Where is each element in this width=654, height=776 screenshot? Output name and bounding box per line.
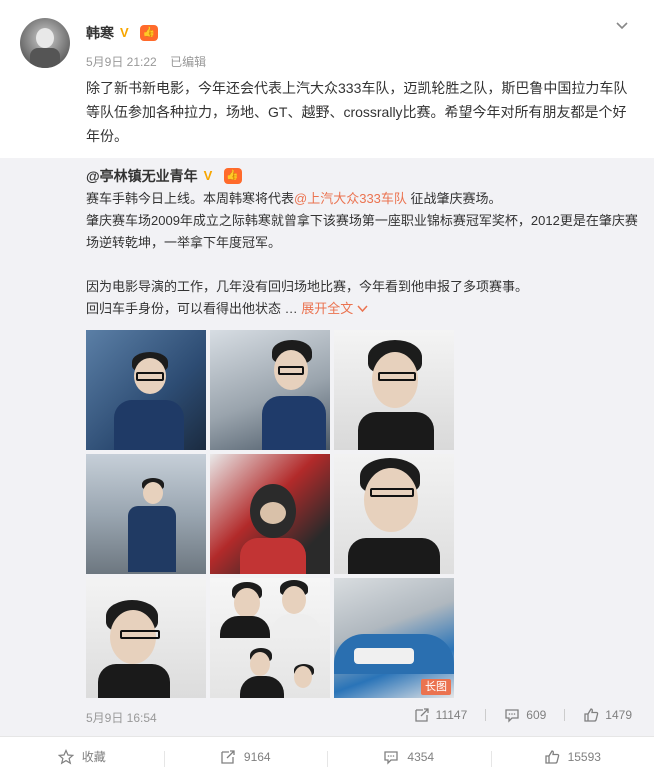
comment-icon <box>383 749 399 765</box>
like-count: 15593 <box>568 750 601 764</box>
comment-count: 4354 <box>407 750 434 764</box>
share-icon <box>414 707 430 723</box>
repost-like-button[interactable]: 1479 <box>583 707 632 723</box>
author-avatar[interactable] <box>20 18 70 68</box>
photo-thumbnail[interactable] <box>86 454 206 574</box>
photo-thumbnail[interactable] <box>210 454 330 574</box>
post-text: 除了新书新电影，今年还会代表上汽大众333车队，迈凯轮胜之队，斯巴鲁中国拉力车队… <box>86 76 638 148</box>
thumbs-up-icon <box>544 749 560 765</box>
photo-thumbnail[interactable]: 长图 <box>334 578 454 698</box>
repost-text: 赛车手韩今日上线。本周韩寒将代表@上汽大众333车队 征战肇庆赛场。 肇庆赛车场… <box>86 188 638 320</box>
favorite-button[interactable]: 收藏 <box>0 748 164 765</box>
photo-thumbnail[interactable] <box>210 330 330 450</box>
photo-thumbnail[interactable] <box>210 578 330 698</box>
repost-forward-count: 11147 <box>436 708 468 722</box>
photo-thumbnail[interactable] <box>86 578 206 698</box>
image-grid: 长图 <box>86 330 456 700</box>
like-button[interactable]: 15593 <box>491 749 654 765</box>
repost-block: @亭林镇无业青年 V 👍 赛车手韩今日上线。本周韩寒将代表@上汽大众333车队 … <box>0 158 654 736</box>
thumbs-up-icon <box>583 707 599 723</box>
post-time[interactable]: 5月9日 21:22 <box>86 55 157 69</box>
author-name[interactable]: 韩寒 <box>86 23 114 43</box>
fan-badge-icon[interactable]: 👍 <box>140 25 158 41</box>
photo-thumbnail[interactable] <box>334 330 454 450</box>
photo-thumbnail[interactable] <box>334 454 454 574</box>
expand-full-text-link[interactable]: 展开全文 <box>301 301 368 316</box>
chevron-down-icon[interactable] <box>614 18 630 34</box>
repost-time[interactable]: 5月9日 16:54 <box>86 709 157 726</box>
author-row: 韩寒 V 👍 <box>86 23 158 43</box>
repost-line1-tail: 征战肇庆赛场。 <box>407 191 502 206</box>
repost-author-name[interactable]: @亭林镇无业青年 <box>86 166 198 186</box>
repost-count: 9164 <box>244 750 271 764</box>
share-icon <box>220 749 236 765</box>
bottom-action-bar: 收藏 9164 4354 15593 <box>0 736 654 776</box>
repost-forward-button[interactable]: 11147 <box>414 707 468 723</box>
repost-actions: 11147 609 1479 <box>396 707 632 723</box>
comment-icon <box>504 707 520 723</box>
favorite-label: 收藏 <box>82 748 106 765</box>
edited-label: 已编辑 <box>170 55 206 69</box>
repost-comment-button[interactable]: 609 <box>504 707 546 723</box>
photo-thumbnail[interactable] <box>86 330 206 450</box>
verified-badge-icon[interactable]: V <box>204 169 218 183</box>
fan-badge-icon[interactable]: 👍 <box>224 168 242 184</box>
repost-line4: 回归车手身份，可以看得出他状态 … <box>86 301 301 316</box>
long-image-tag: 长图 <box>421 679 451 695</box>
repost-line3: 因为电影导演的工作，几年没有回归场地比赛，今年看到他申报了多项赛事。 <box>86 276 638 298</box>
chevron-down-icon <box>357 305 368 313</box>
repost-line2: 肇庆赛车场2009年成立之际韩寒就曾拿下该赛场第一座职业锦标赛冠军奖杯，2012… <box>86 210 638 254</box>
repost-button[interactable]: 9164 <box>164 749 328 765</box>
verified-badge-icon[interactable]: V <box>120 26 134 40</box>
mention-link[interactable]: @上汽大众333车队 <box>294 191 407 206</box>
repost-author-row: @亭林镇无业青年 V 👍 <box>86 166 242 186</box>
star-icon <box>58 749 74 765</box>
repost-comment-count: 609 <box>526 708 546 722</box>
comment-button[interactable]: 4354 <box>327 749 491 765</box>
repost-like-count: 1479 <box>605 708 632 722</box>
repost-line1-text: 赛车手韩今日上线。本周韩寒将代表 <box>86 191 294 206</box>
weibo-post-card: 韩寒 V 👍 5月9日 21:22 已编辑 除了新书新电影，今年还会代表上汽大众… <box>0 0 654 775</box>
post-meta: 5月9日 21:22 已编辑 <box>86 53 216 70</box>
